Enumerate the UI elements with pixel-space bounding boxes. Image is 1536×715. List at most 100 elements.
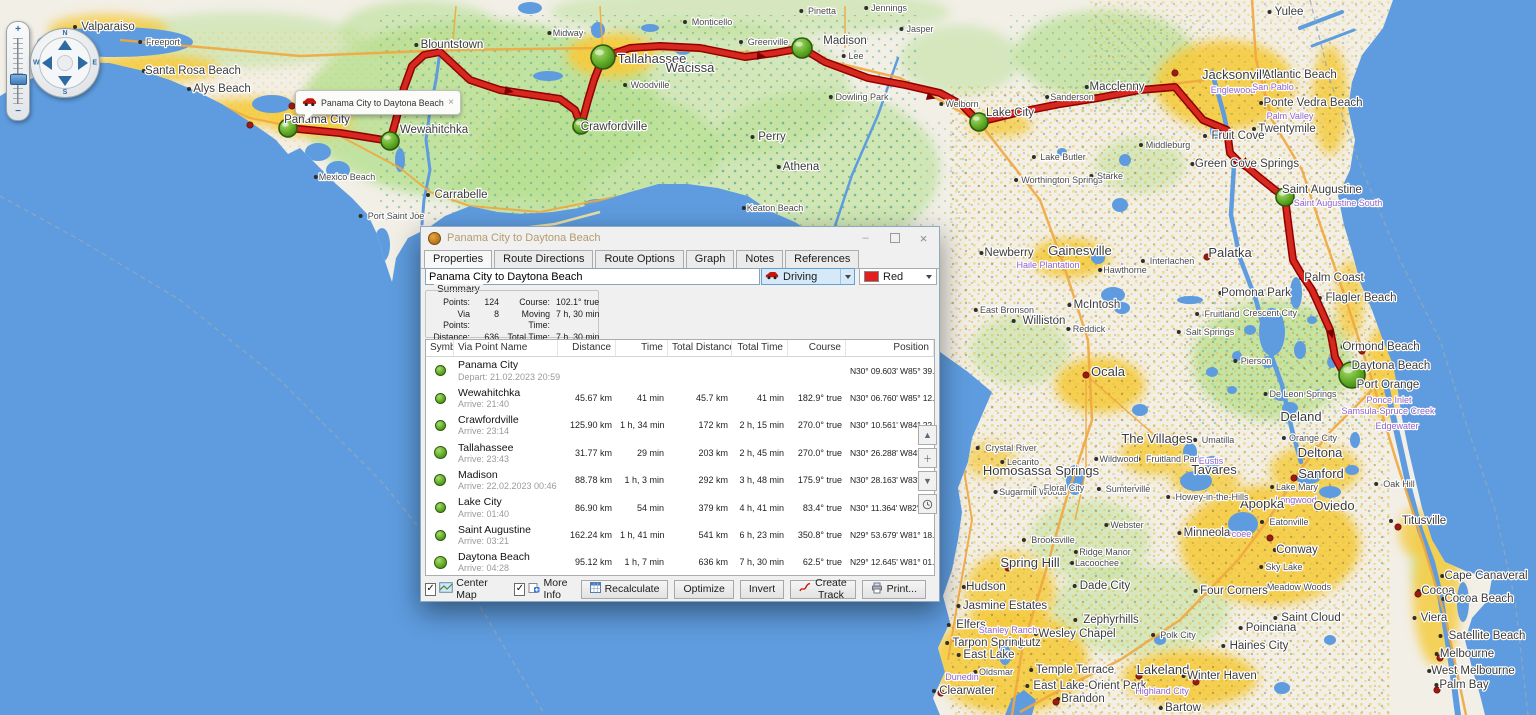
- recalculate-button[interactable]: Recalculate: [580, 579, 669, 599]
- tab-route-directions[interactable]: Route Directions: [494, 250, 594, 268]
- via-point-row[interactable]: Madison Arrive: 22.02.2023 00:46 88.78 km 1…: [426, 467, 934, 494]
- map-label: Dade City: [1080, 580, 1131, 592]
- column-header[interactable]: Position: [846, 340, 934, 356]
- column-header[interactable]: Via Point Name: [454, 340, 558, 356]
- cell-total_distance: 541 km: [698, 530, 728, 541]
- checkbox-check-icon[interactable]: ✓: [425, 582, 437, 596]
- map-zoom-slider[interactable]: + −: [6, 21, 30, 121]
- tab-graph[interactable]: Graph: [685, 250, 735, 268]
- map-pan-control[interactable]: N S W E: [30, 28, 100, 98]
- map-label: Spring Hill: [1000, 555, 1059, 570]
- via-point-row[interactable]: Wewahitchka Arrive: 21:40 45.67 km 41 min 45…: [426, 384, 934, 411]
- zoom-out-icon[interactable]: −: [7, 107, 29, 117]
- maximize-button[interactable]: [880, 227, 909, 249]
- map-label: Middleburg: [1146, 140, 1191, 150]
- waypoint-dot[interactable]: [380, 131, 400, 151]
- route-map-tooltip[interactable]: Panama City to Daytona Beach ×: [295, 90, 461, 115]
- map-label: Macclenny: [1090, 81, 1145, 93]
- via-point-time: Arrive: 03:21: [458, 535, 510, 546]
- map-label: Highland City: [1135, 686, 1189, 696]
- optimize-button[interactable]: Optimize: [674, 579, 734, 599]
- more-info-checkbox[interactable]: ✓ More Info: [514, 577, 580, 601]
- waypoint-symbol-icon: [433, 555, 447, 569]
- via-point-row[interactable]: Daytona Beach Arrive: 04:28 95.12 km 1 h, 7…: [426, 549, 934, 575]
- schedule-button[interactable]: [918, 494, 937, 514]
- add-button[interactable]: ＋: [918, 448, 937, 468]
- map-label: Palm Valley: [1267, 111, 1314, 121]
- chevron-down-icon[interactable]: [926, 274, 932, 279]
- cell-distance: 86.90 km: [574, 502, 612, 513]
- cell-total_distance: 45.7 km: [695, 393, 728, 404]
- map-label: Palm Coast: [1304, 272, 1364, 284]
- close-button[interactable]: ×: [909, 227, 938, 249]
- dialog-titlebar[interactable]: Panama City to Daytona Beach – ×: [421, 227, 939, 249]
- waypoint-symbol-icon: [434, 392, 446, 404]
- map-label: Ormond Beach: [1342, 341, 1419, 353]
- compass-north-label[interactable]: N: [62, 30, 67, 37]
- compass-south-label[interactable]: S: [63, 89, 68, 96]
- pan-up-icon[interactable]: [58, 40, 72, 50]
- cell-distance: 45.67 km: [574, 393, 612, 404]
- via-point-row[interactable]: Panama City Depart: 21.02.2023 20:59 N30° …: [426, 357, 934, 384]
- waypoint-dot[interactable]: [590, 44, 616, 70]
- pan-center-button[interactable]: [57, 55, 73, 71]
- column-header[interactable]: Total Distance: [668, 340, 732, 356]
- column-header[interactable]: Distance: [558, 340, 616, 356]
- map-label: Welborn: [945, 99, 978, 109]
- tab-route-options[interactable]: Route Options: [595, 250, 684, 268]
- cell-course: 62.5° true: [802, 557, 842, 568]
- via-point-row[interactable]: Lake City Arrive: 01:40 86.90 km 54 min 379 …: [426, 494, 934, 521]
- zoom-slider-track[interactable]: [13, 38, 23, 104]
- route-color-select[interactable]: Red: [859, 268, 937, 285]
- via-point-row[interactable]: Tallahassee Arrive: 23:43 31.77 km 29 min 20…: [426, 439, 934, 466]
- map-label: Salt Springs: [1186, 327, 1235, 337]
- tab-references[interactable]: References: [785, 250, 860, 268]
- zoom-in-icon[interactable]: +: [7, 25, 29, 35]
- map-label: Cocoa Beach: [1444, 593, 1513, 605]
- cell-time: 1 h, 41 min: [620, 530, 665, 541]
- waypoint-dot[interactable]: [791, 37, 813, 59]
- zoom-slider-handle[interactable]: [10, 74, 27, 85]
- map-label: Edgewater: [1375, 421, 1418, 431]
- map-label: Lee: [848, 51, 863, 61]
- chevron-down-icon[interactable]: [840, 269, 854, 284]
- map-label: Umatilla: [1202, 435, 1235, 445]
- move-up-button[interactable]: ▲: [918, 425, 937, 445]
- minimize-button[interactable]: –: [851, 227, 880, 249]
- column-header[interactable]: Total Time: [732, 340, 788, 356]
- via-point-row[interactable]: Crawfordville Arrive: 23:14 125.90 km 1 h, …: [426, 412, 934, 439]
- column-header[interactable]: Course: [788, 340, 846, 356]
- compass-west-label[interactable]: W: [33, 60, 40, 67]
- via-point-row[interactable]: Saint Augustine Arrive: 03:21 162.24 km 1 h…: [426, 521, 934, 548]
- print--button[interactable]: Print...: [861, 579, 926, 599]
- create-track-button[interactable]: Create Track: [790, 577, 856, 601]
- pan-left-icon[interactable]: [42, 56, 52, 70]
- column-header[interactable]: Symbol: [426, 340, 454, 356]
- map-label: Valparaiso: [81, 21, 135, 33]
- map-label: Flagler Beach: [1326, 292, 1397, 304]
- move-down-button[interactable]: ▼: [918, 471, 937, 491]
- map-label: Lake Butler: [1040, 152, 1086, 162]
- route-name-input[interactable]: [425, 268, 760, 285]
- map-label: De Leon Springs: [1269, 389, 1337, 399]
- map-label: Greenville: [748, 37, 789, 47]
- tooltip-close-icon[interactable]: ×: [448, 97, 454, 108]
- invert-button[interactable]: Invert: [739, 579, 785, 599]
- map-label: Floral City: [1044, 483, 1085, 493]
- dialog-title: Panama City to Daytona Beach: [447, 232, 601, 244]
- column-header[interactable]: Time: [616, 340, 668, 356]
- summary-value: Course:: [519, 297, 550, 307]
- via-points-table[interactable]: SymbolVia Point NameDistanceTimeTotal Di…: [425, 339, 935, 576]
- map-label: Webster: [1110, 520, 1143, 530]
- via-point-time: Depart: 21.02.2023 20:59: [458, 371, 561, 382]
- tab-notes[interactable]: Notes: [736, 250, 784, 268]
- pan-right-icon[interactable]: [78, 56, 88, 70]
- compass-east-label[interactable]: E: [92, 60, 97, 67]
- pan-down-icon[interactable]: [58, 76, 72, 86]
- checkbox-check-icon[interactable]: ✓: [514, 582, 526, 596]
- map-label: Eatonville: [1269, 517, 1308, 527]
- tab-properties[interactable]: Properties: [424, 250, 493, 269]
- center-map-checkbox[interactable]: ✓ Center Map: [425, 577, 502, 601]
- activity-profile-select[interactable]: Driving: [761, 268, 855, 285]
- map-label: McIntosh: [1074, 299, 1121, 311]
